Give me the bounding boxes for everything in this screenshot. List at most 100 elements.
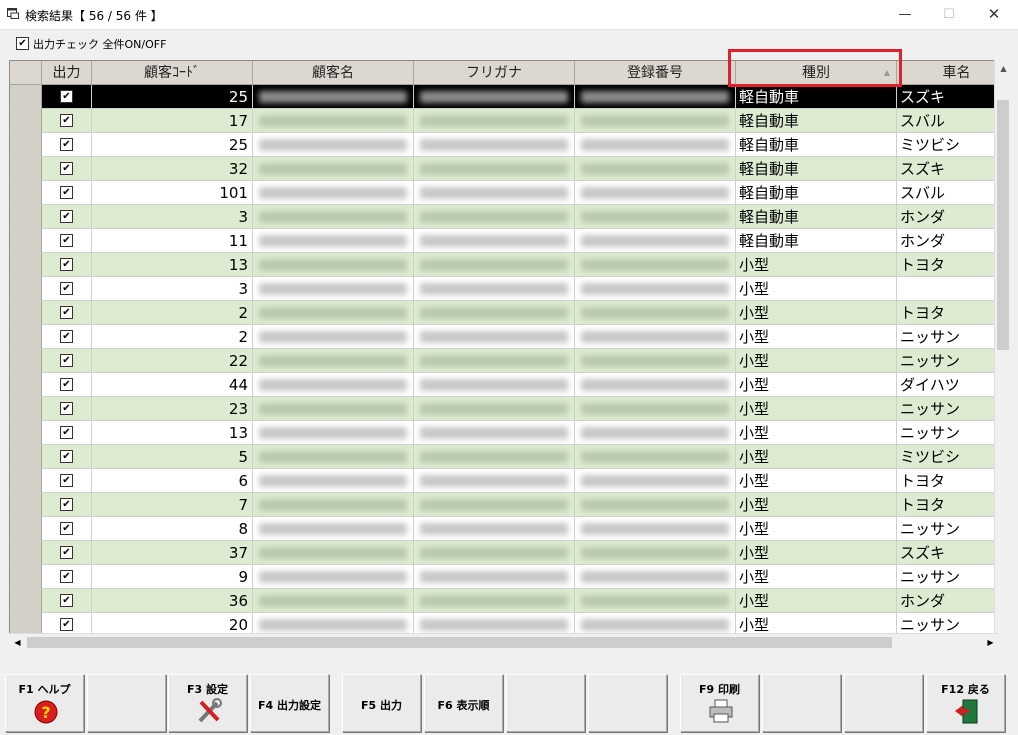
output-cell[interactable]: ✔ (42, 445, 92, 469)
f12-back-button[interactable]: F12 戻る (926, 674, 1005, 732)
output-cell[interactable]: ✔ (42, 589, 92, 613)
output-cell[interactable]: ✔ (42, 565, 92, 589)
row-header[interactable] (10, 229, 42, 253)
row-header[interactable] (10, 565, 42, 589)
row-header[interactable] (10, 397, 42, 421)
row-header[interactable] (10, 589, 42, 613)
row-header[interactable] (10, 541, 42, 565)
table-row[interactable]: ✔ 25 軽自動車 ミツビシ (10, 133, 998, 157)
output-checkbox[interactable]: ✔ (60, 498, 73, 511)
output-cell[interactable]: ✔ (42, 613, 92, 633)
row-header[interactable] (10, 133, 42, 157)
close-button[interactable]: ✕ (971, 0, 1017, 29)
f5-output-button[interactable]: F5 出力 (342, 674, 421, 732)
row-header[interactable] (10, 469, 42, 493)
output-cell[interactable]: ✔ (42, 373, 92, 397)
table-row[interactable]: ✔ 2 小型 トヨタ (10, 301, 998, 325)
output-checkbox[interactable]: ✔ (60, 330, 73, 343)
output-cell[interactable]: ✔ (42, 493, 92, 517)
row-header[interactable] (10, 373, 42, 397)
table-row[interactable]: ✔ 101 軽自動車 スバル (10, 181, 998, 205)
table-row[interactable]: ✔ 7 小型 トヨタ (10, 493, 998, 517)
table-row[interactable]: ✔ 32 軽自動車 スズキ (10, 157, 998, 181)
f2-button[interactable] (87, 674, 166, 732)
table-row[interactable]: ✔ 5 小型 ミツビシ (10, 445, 998, 469)
scroll-right-arrow[interactable]: ▶ (982, 634, 999, 651)
vertical-scrollbar[interactable]: ▲ (994, 60, 1012, 634)
output-checkbox[interactable]: ✔ (60, 234, 73, 247)
output-cell[interactable]: ✔ (42, 517, 92, 541)
row-header[interactable] (10, 349, 42, 373)
output-checkbox[interactable]: ✔ (60, 162, 73, 175)
table-row[interactable]: ✔ 9 小型 ニッサン (10, 565, 998, 589)
output-checkbox[interactable]: ✔ (60, 450, 73, 463)
output-checkbox[interactable]: ✔ (60, 618, 73, 631)
row-header[interactable] (10, 85, 42, 109)
row-header[interactable] (10, 253, 42, 277)
maximize-button[interactable]: ☐ (926, 0, 972, 29)
output-cell[interactable]: ✔ (42, 397, 92, 421)
output-cell[interactable]: ✔ (42, 133, 92, 157)
f4-output-settings-button[interactable]: F4 出力設定 (250, 674, 329, 732)
f3-settings-button[interactable]: F3 設定 (168, 674, 247, 732)
f6-display-order-button[interactable]: F6 表示順 (424, 674, 503, 732)
output-cell[interactable]: ✔ (42, 205, 92, 229)
table-row[interactable]: ✔ 36 小型 ホンダ (10, 589, 998, 613)
output-cell[interactable]: ✔ (42, 157, 92, 181)
scroll-up-arrow[interactable]: ▲ (995, 60, 1012, 77)
header-registration-number[interactable]: 登録番号 (575, 61, 736, 85)
output-checkbox[interactable]: ✔ (60, 90, 73, 103)
horizontal-scroll-thumb[interactable] (27, 637, 892, 648)
output-checkbox[interactable]: ✔ (60, 210, 73, 223)
table-row[interactable]: ✔ 13 小型 ニッサン (10, 421, 998, 445)
table-row[interactable]: ✔ 44 小型 ダイハツ (10, 373, 998, 397)
table-row[interactable]: ✔ 20 小型 ニッサン (10, 613, 998, 633)
row-header[interactable] (10, 421, 42, 445)
row-header[interactable] (10, 325, 42, 349)
results-grid[interactable]: 出力 顧客ｺｰﾄﾞ 顧客名 フリガナ 登録番号 種別 ▲ 車名 ✔ 25 軽自動車ス… (9, 60, 999, 634)
header-car-maker[interactable]: 車名 (897, 61, 998, 85)
output-cell[interactable]: ✔ (42, 229, 92, 253)
header-output[interactable]: 出力 (42, 61, 92, 85)
minimize-button[interactable]: — (882, 0, 928, 29)
table-row[interactable]: ✔ 13 小型 トヨタ (10, 253, 998, 277)
select-all-checkbox[interactable]: ✔ (16, 37, 29, 50)
table-row[interactable]: ✔ 6 小型 トヨタ (10, 469, 998, 493)
header-furigana[interactable]: フリガナ (414, 61, 575, 85)
output-checkbox[interactable]: ✔ (60, 114, 73, 127)
row-header[interactable] (10, 445, 42, 469)
f9-print-button[interactable]: F9 印刷 (680, 674, 759, 732)
row-header[interactable] (10, 109, 42, 133)
output-checkbox[interactable]: ✔ (60, 306, 73, 319)
table-row[interactable]: ✔ 11 軽自動車 ホンダ (10, 229, 998, 253)
output-cell[interactable]: ✔ (42, 325, 92, 349)
output-cell[interactable]: ✔ (42, 181, 92, 205)
scroll-left-arrow[interactable]: ◀ (9, 634, 26, 651)
table-row[interactable]: ✔ 22 小型 ニッサン (10, 349, 998, 373)
header-customer-code[interactable]: 顧客ｺｰﾄﾞ (92, 61, 253, 85)
row-header[interactable] (10, 301, 42, 325)
row-header[interactable] (10, 493, 42, 517)
output-cell[interactable]: ✔ (42, 85, 92, 109)
table-row[interactable]: ✔ 37 小型 スズキ (10, 541, 998, 565)
header-vehicle-type[interactable]: 種別 ▲ (736, 61, 897, 85)
output-checkbox[interactable]: ✔ (60, 378, 73, 391)
row-header[interactable] (10, 517, 42, 541)
table-row[interactable]: ✔ 2 小型 ニッサン (10, 325, 998, 349)
row-header[interactable] (10, 613, 42, 633)
table-row[interactable]: ✔ 3 軽自動車 ホンダ (10, 205, 998, 229)
output-checkbox[interactable]: ✔ (60, 186, 73, 199)
table-row[interactable]: ✔ 3 小型 (10, 277, 998, 301)
output-checkbox[interactable]: ✔ (60, 282, 73, 295)
output-checkbox[interactable]: ✔ (60, 546, 73, 559)
output-checkbox[interactable]: ✔ (60, 522, 73, 535)
output-cell[interactable]: ✔ (42, 253, 92, 277)
output-checkbox[interactable]: ✔ (60, 138, 73, 151)
f11-button[interactable] (844, 674, 923, 732)
output-cell[interactable]: ✔ (42, 301, 92, 325)
output-cell[interactable]: ✔ (42, 421, 92, 445)
output-cell[interactable]: ✔ (42, 541, 92, 565)
row-header[interactable] (10, 157, 42, 181)
f8-button[interactable] (588, 674, 667, 732)
table-row[interactable]: ✔ 17 軽自動車 スバル (10, 109, 998, 133)
